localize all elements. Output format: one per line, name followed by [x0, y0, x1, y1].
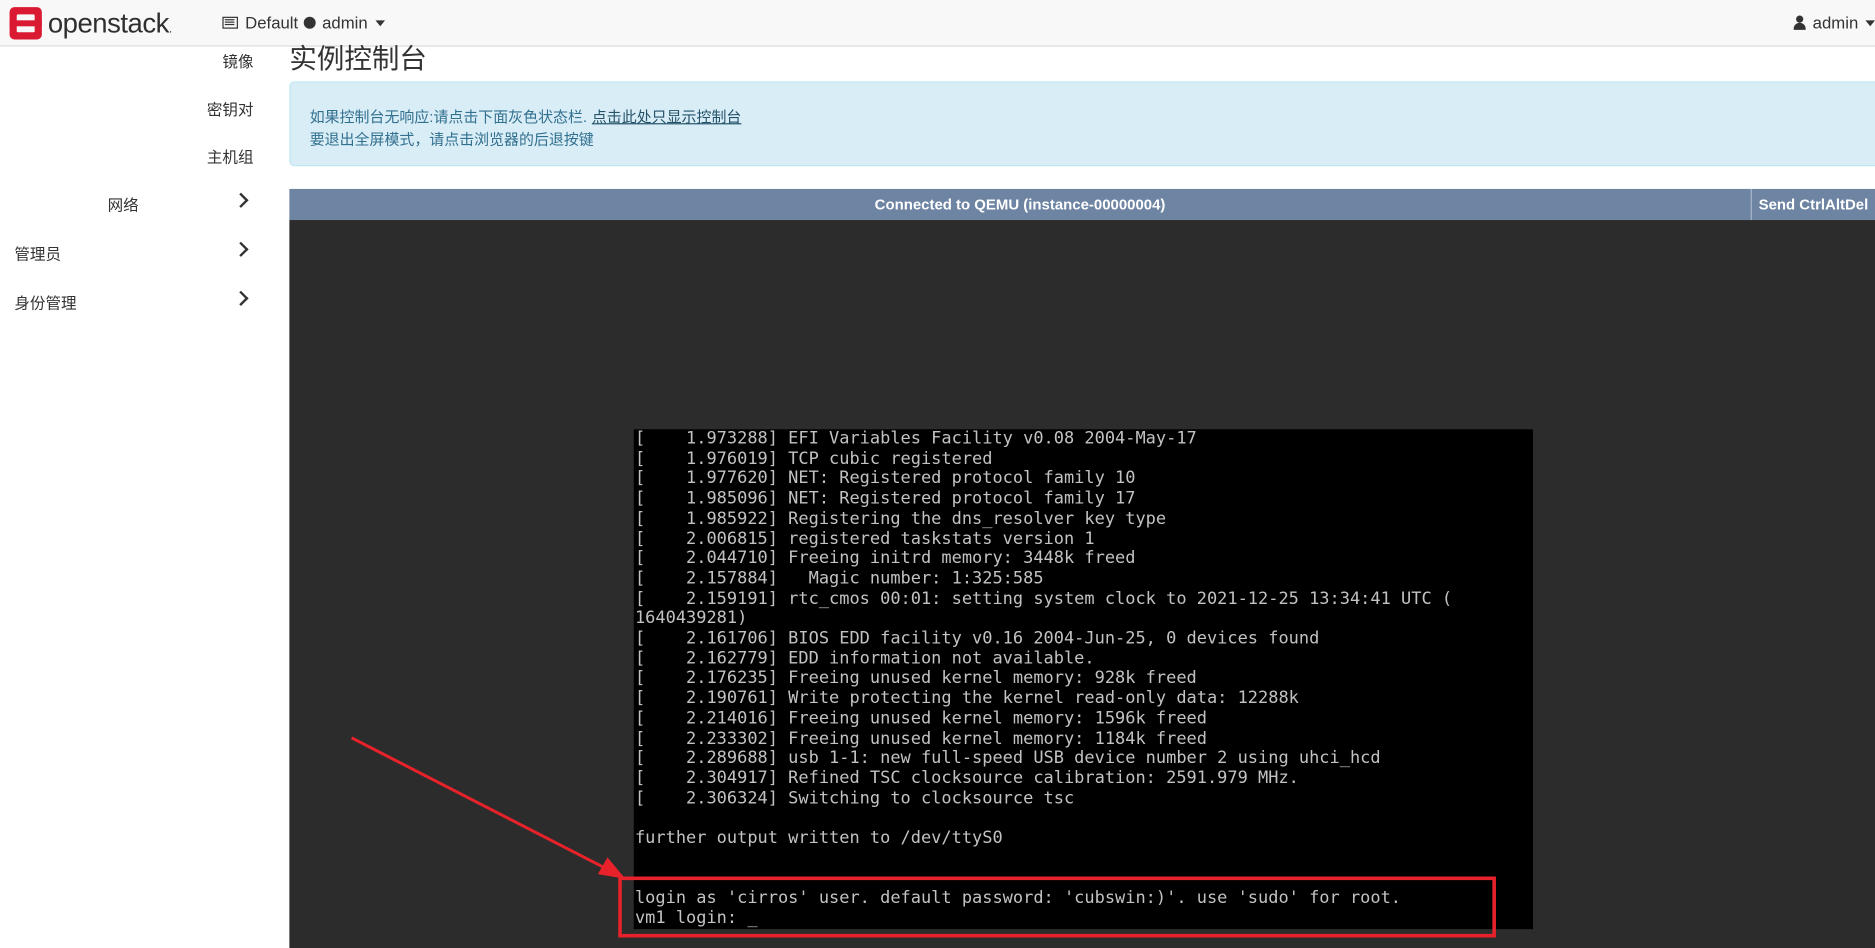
sidebar-item-identity[interactable]: 身份管理 [0, 283, 289, 316]
terminal-line: [ 1.985922] Registering the dns_resolver… [634, 509, 1167, 529]
terminal-line: further output written to /dev/ttyS0 [634, 828, 1003, 848]
terminal-screen[interactable]: [ 1.973288] EFI Variables Facility v0.08… [633, 429, 1534, 930]
user-name: admin [1812, 13, 1859, 33]
vnc-console-area[interactable]: [ 1.973288] EFI Variables Facility v0.08… [289, 220, 1875, 948]
console-status-bar[interactable]: Connected to QEMU (instance-00000004) Se… [289, 188, 1875, 221]
terminal-line: [ 1.976019] TCP cubic registered [634, 449, 993, 469]
terminal-line: [ 2.304917] Refined TSC clocksource cali… [634, 768, 1299, 788]
info-alert: 如果控制台无响应:请点击下面灰色状态栏. 点击此处只显示控制台 要退出全屏模式，请… [289, 81, 1875, 167]
project-name: admin [322, 13, 368, 33]
sidebar-item-label: 管理员 [14, 245, 62, 264]
console-only-link[interactable]: 点击此处只显示控制台 [592, 109, 741, 126]
top-navbar: openstack . Default admin admin [0, 0, 1875, 47]
annotation-highlight-box [618, 876, 1496, 938]
separator-dot-icon [304, 16, 317, 29]
terminal-line: [ 2.162779] EDD information not availabl… [634, 648, 1095, 669]
terminal-line: [ 2.159191] rtc_cmos 00:01: setting syst… [634, 589, 1453, 609]
send-ctrl-alt-del-button[interactable]: Send CtrlAltDel [1750, 188, 1875, 221]
user-icon [1793, 15, 1806, 30]
project-domain: Default [245, 13, 299, 33]
terminal-line: [ 2.176235] Freeing unused kernel memory… [634, 668, 1197, 689]
terminal-line: [ 1.977620] NET: Registered protocol fam… [634, 469, 1136, 489]
sidebar-item-admin[interactable]: 管理员 [0, 234, 289, 267]
project-list-icon [222, 16, 238, 29]
sidebar-item-label: 身份管理 [14, 294, 77, 313]
terminal-line: [ 1.985096] NET: Registered protocol fam… [634, 489, 1136, 509]
sidebar-item-keypairs[interactable]: 密钥对 [207, 97, 254, 120]
terminal-line: [ 2.157884] Magic number: 1:325:585 [634, 569, 1044, 589]
sidebar-item-images[interactable]: 镜像 [222, 49, 253, 72]
chevron-right-icon [233, 241, 249, 257]
brand-mark: . [168, 22, 173, 36]
terminal-line: [ 2.289688] usb 1-1: new full-speed USB … [634, 748, 1381, 768]
caret-down-icon [1865, 19, 1875, 26]
sidebar-item-network[interactable]: 网络 [0, 185, 289, 218]
terminal-line: [ 2.161706] BIOS EDD facility v0.16 2004… [634, 628, 1320, 649]
caret-down-icon [374, 19, 385, 26]
chevron-right-icon [233, 290, 249, 306]
terminal-line: [ 2.214016] Freeing unused kernel memory… [634, 708, 1207, 728]
brand-text: openstack [47, 6, 170, 38]
page-title: 实例控制台 [289, 43, 427, 75]
alert-line-1: 如果控制台无响应:请点击下面灰色状态栏. 点击此处只显示控制台 [310, 104, 742, 127]
project-selector[interactable]: Default admin [222, 13, 385, 33]
chevron-right-icon [233, 192, 249, 208]
terminal-line: [ 2.190761] Write protecting the kernel … [634, 688, 1299, 709]
sidebar: 镜像 密钥对 主机组 网络 管理员 身份管理 [0, 46, 290, 948]
terminal-line: [ 2.233302] Freeing unused kernel memory… [634, 728, 1207, 748]
alert-text: 如果控制台无响应:请点击下面灰色状态栏. [309, 108, 588, 126]
brand-logo-link[interactable]: openstack . [9, 6, 173, 39]
terminal-line: 1640439281) [634, 609, 748, 629]
terminal-line: [ 2.306324] Switching to clocksource tsc [634, 788, 1075, 808]
sidebar-item-label: 网络 [107, 196, 139, 215]
terminal-line: [ 2.044710] Freeing initrd memory: 3448k… [634, 549, 1136, 569]
terminal-line: [ 2.006815] registered taskstats version… [634, 529, 1095, 549]
alert-line-2: 要退出全屏模式，请点击浏览器的后退按键 [309, 131, 594, 149]
terminal-line: [ 1.973288] EFI Variables Facility v0.08… [634, 429, 1197, 449]
user-menu[interactable]: admin [1793, 13, 1875, 33]
console-status-text: Connected to QEMU (instance-00000004) [874, 196, 1166, 213]
sidebar-item-server-groups[interactable]: 主机组 [207, 145, 254, 168]
openstack-logo-icon [9, 6, 42, 39]
